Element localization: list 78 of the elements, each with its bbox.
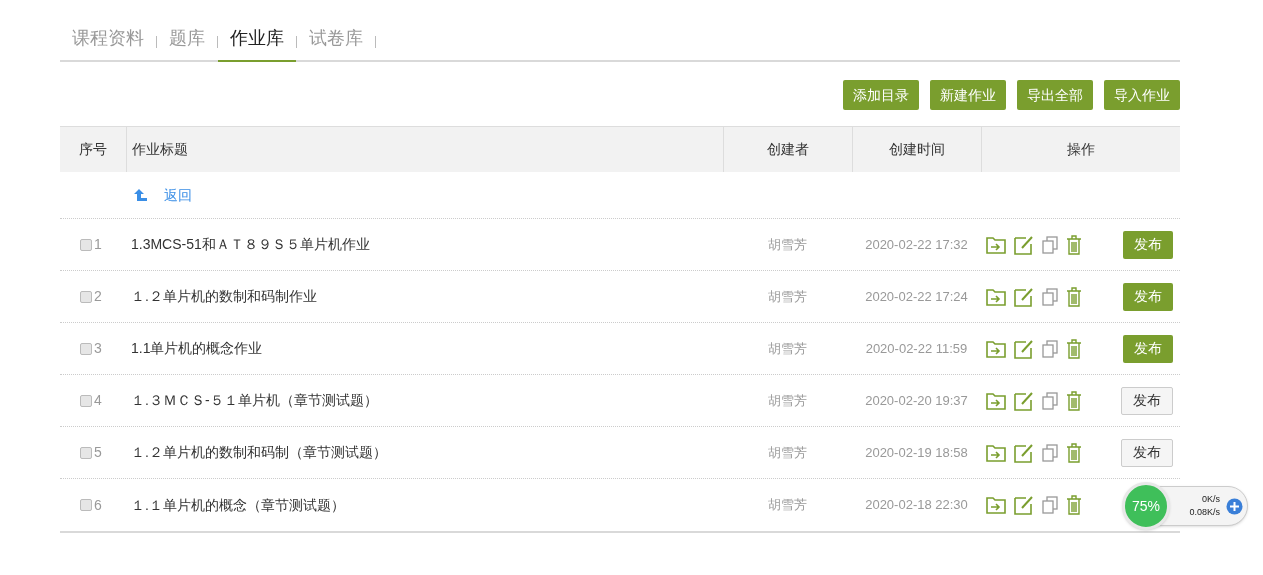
copy-icon[interactable] (1042, 235, 1058, 254)
edit-icon[interactable] (1014, 442, 1034, 463)
copy-icon[interactable] (1042, 391, 1058, 410)
trash-icon[interactable] (1066, 338, 1082, 359)
tab[interactable]: 作业库 (218, 25, 296, 62)
assignment-title: １.２单片机的数制和码制作业 (130, 287, 318, 306)
row-number: 4 (94, 391, 102, 410)
creator: 胡雪芳 (767, 443, 808, 462)
creator: 胡雪芳 (767, 391, 808, 410)
folder-arrow-icon[interactable] (986, 339, 1006, 358)
row-number: 1 (94, 235, 102, 254)
edit-icon[interactable] (1014, 286, 1034, 307)
back-link[interactable]: 返回 (164, 184, 192, 206)
tab[interactable]: 课程资料 (60, 25, 156, 62)
row-number: 5 (94, 443, 102, 462)
checkbox[interactable] (80, 238, 92, 251)
checkbox[interactable] (80, 342, 92, 355)
row-number: 2 (94, 287, 102, 306)
up-arrow-icon[interactable] (132, 188, 148, 202)
publish-button[interactable]: 发布 (1121, 386, 1173, 415)
row-number: 6 (94, 495, 102, 515)
created-time: 2020-02-20 19:37 (864, 391, 969, 410)
download-speed: 0.08K/s (1189, 506, 1220, 519)
publish-button[interactable]: 发布 (1123, 282, 1173, 311)
created-time: 2020-02-18 22:30 (864, 496, 969, 515)
toolbar-button[interactable]: 添加目录 (843, 80, 919, 110)
created-time: 2020-02-22 17:32 (864, 235, 969, 254)
memory-usage-badge: 75% (1122, 482, 1170, 530)
column-header: 序号 (79, 140, 107, 159)
column-header: 创建时间 (889, 140, 945, 159)
column-header: 作业标题 (132, 140, 188, 159)
column-header: 创建者 (767, 140, 809, 159)
folder-arrow-icon[interactable] (986, 496, 1006, 514)
publish-button[interactable]: 发布 (1123, 230, 1173, 259)
checkbox[interactable] (80, 499, 92, 511)
creator: 胡雪芳 (767, 235, 808, 254)
trash-icon[interactable] (1066, 286, 1082, 307)
assignment-title: 1.3MCS-51和ＡＴ８９Ｓ５单片机作业 (130, 235, 371, 254)
checkbox[interactable] (80, 290, 92, 303)
creator: 胡雪芳 (767, 339, 808, 358)
edit-icon[interactable] (1014, 234, 1034, 255)
edit-icon[interactable] (1014, 495, 1034, 515)
assignment-title: １.１单片机的概念（章节测试题） (130, 495, 346, 515)
edit-icon[interactable] (1014, 338, 1034, 359)
assignment-title: １.３ＭＣＳ-５１单片机（章节测试题） (130, 391, 379, 410)
publish-button[interactable]: 发布 (1123, 334, 1173, 363)
edit-icon[interactable] (1014, 390, 1034, 411)
trash-icon[interactable] (1066, 390, 1082, 411)
publish-button[interactable]: 发布 (1121, 438, 1173, 467)
plus-icon[interactable] (1226, 497, 1243, 515)
trash-icon[interactable] (1066, 442, 1082, 463)
folder-arrow-icon[interactable] (986, 443, 1006, 462)
toolbar-button[interactable]: 新建作业 (930, 80, 1006, 110)
copy-icon[interactable] (1042, 339, 1058, 358)
tab[interactable]: 试卷库 (297, 25, 375, 62)
toolbar-button[interactable]: 导出全部 (1017, 80, 1093, 110)
row-number: 3 (94, 339, 102, 358)
toolbar-button[interactable]: 导入作业 (1104, 80, 1180, 110)
tab[interactable]: 题库 (157, 25, 217, 62)
upload-speed: 0K/s (1202, 493, 1220, 506)
copy-icon[interactable] (1042, 496, 1058, 514)
created-time: 2020-02-22 11:59 (864, 339, 969, 358)
trash-icon[interactable] (1066, 495, 1082, 515)
folder-arrow-icon[interactable] (986, 391, 1006, 410)
creator: 胡雪芳 (767, 287, 808, 306)
checkbox[interactable] (80, 394, 92, 407)
checkbox[interactable] (80, 446, 92, 459)
copy-icon[interactable] (1042, 443, 1058, 462)
creator: 胡雪芳 (767, 496, 808, 515)
created-time: 2020-02-19 18:58 (864, 443, 969, 462)
folder-arrow-icon[interactable] (986, 287, 1006, 306)
folder-arrow-icon[interactable] (986, 235, 1006, 254)
created-time: 2020-02-22 17:24 (864, 287, 969, 306)
trash-icon[interactable] (1066, 234, 1082, 255)
copy-icon[interactable] (1042, 287, 1058, 306)
assignment-title: 1.1单片机的概念作业 (130, 339, 264, 358)
column-header: 操作 (1067, 140, 1095, 159)
assignment-title: １.２单片机的数制和码制（章节测试题） (130, 443, 388, 462)
